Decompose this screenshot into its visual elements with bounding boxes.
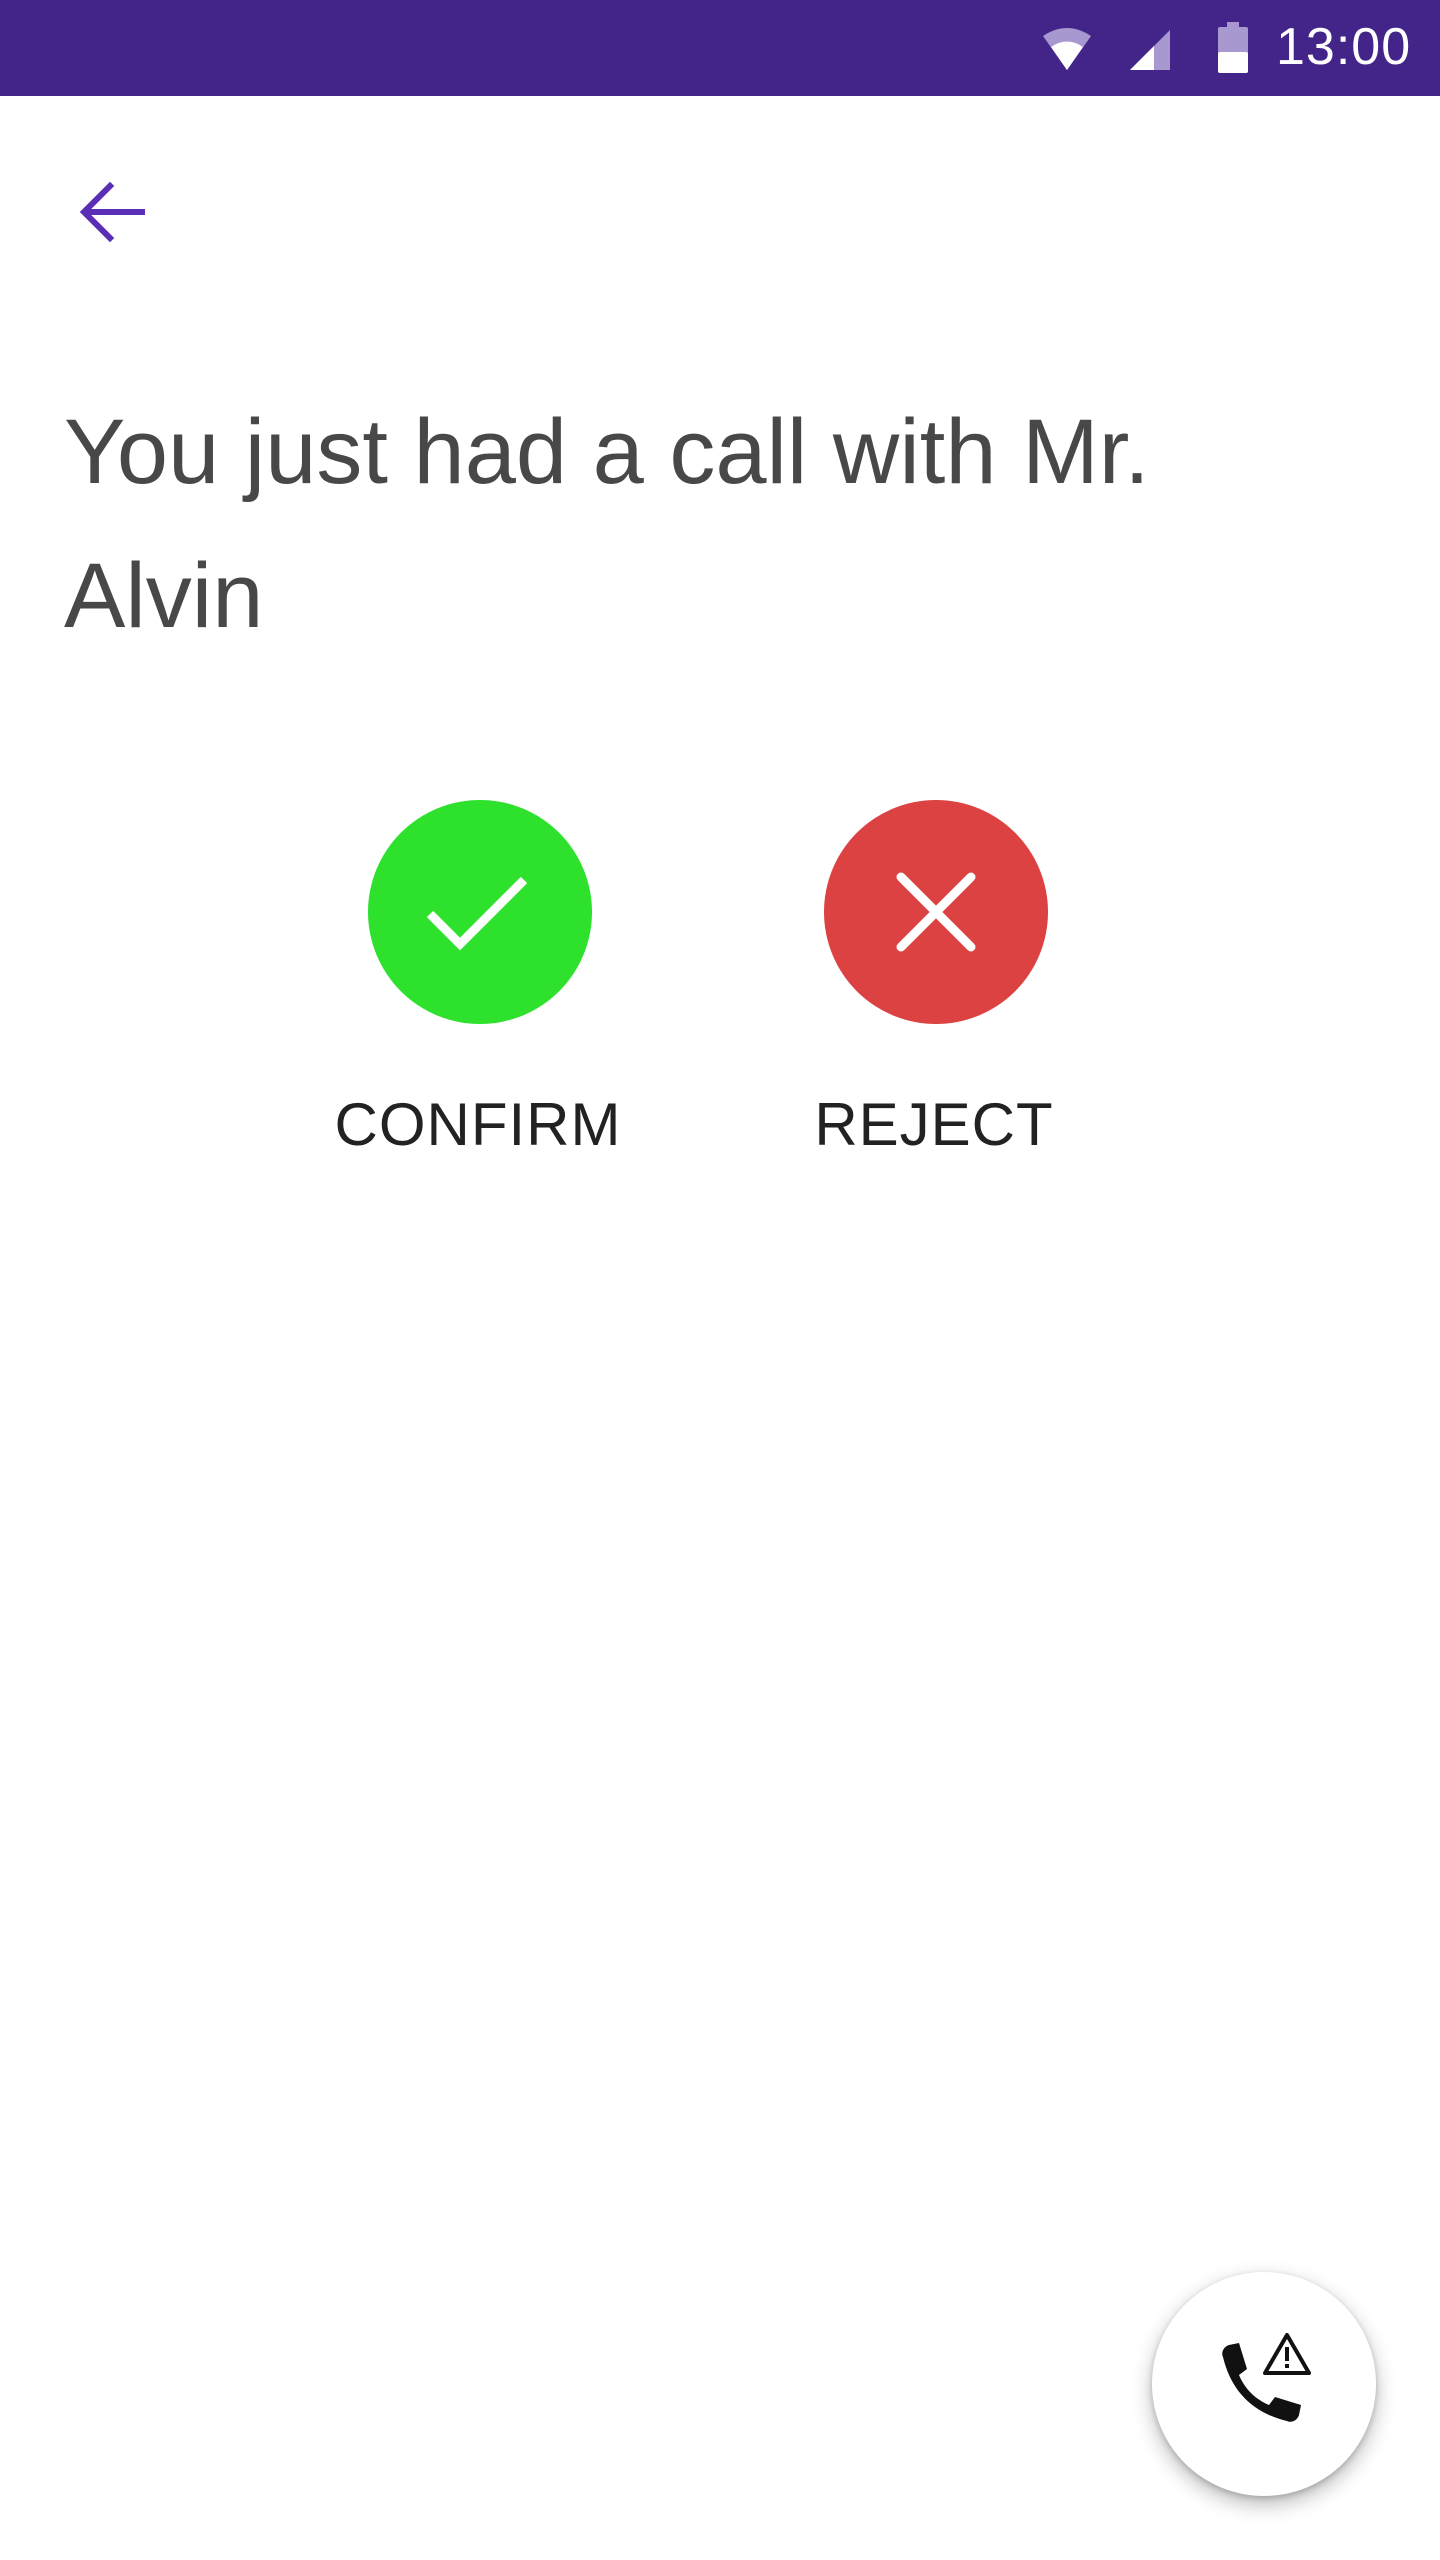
checkmark-icon [426, 876, 528, 951]
close-icon [896, 872, 976, 952]
wifi-icon [1043, 28, 1091, 70]
status-bar: 13:00 [0, 0, 1440, 96]
report-call-fab[interactable] [1152, 2272, 1376, 2496]
confirm-button[interactable]: CONFIRM [308, 800, 648, 1180]
reject-label[interactable]: REJECT [764, 1090, 1104, 1160]
reject-button[interactable]: REJECT [764, 800, 1104, 1180]
call-confirmation-screen: 13:00 You just had a call with Mr. Alvin… [0, 0, 1440, 2560]
page-title: You just had a call with Mr. Alvin [64, 401, 1150, 647]
battery-icon [1218, 22, 1248, 73]
phone-warning-icon [1222, 2333, 1311, 2422]
back-button[interactable] [50, 150, 174, 274]
status-time: 13:00 [1276, 18, 1412, 76]
confirm-circle[interactable] [368, 800, 592, 1024]
signal-icon [1130, 30, 1170, 70]
reject-circle[interactable] [824, 800, 1048, 1024]
arrow-left-icon [79, 181, 145, 243]
confirm-label[interactable]: CONFIRM [308, 1090, 648, 1160]
